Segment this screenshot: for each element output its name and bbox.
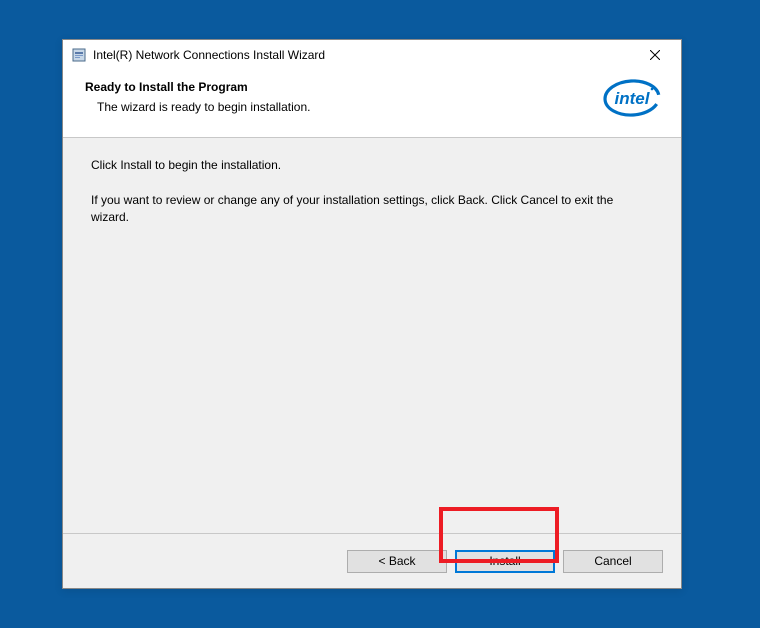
- instruction-text-2: If you want to review or change any of y…: [91, 192, 653, 227]
- back-button[interactable]: < Back: [347, 550, 447, 573]
- page-title: Ready to Install the Program: [85, 80, 661, 94]
- wizard-button-bar: < Back Install Cancel: [63, 534, 681, 588]
- close-icon: [650, 50, 660, 60]
- install-wizard-window: Intel(R) Network Connections Install Wiz…: [62, 39, 682, 589]
- cancel-button[interactable]: Cancel: [563, 550, 663, 573]
- installer-icon: [71, 47, 87, 63]
- intel-logo: intel: [603, 78, 661, 118]
- svg-text:intel: intel: [615, 89, 651, 108]
- wizard-header: Ready to Install the Program The wizard …: [63, 70, 681, 138]
- wizard-body: Click Install to begin the installation.…: [63, 138, 681, 534]
- install-button[interactable]: Install: [455, 550, 555, 573]
- close-button[interactable]: [633, 41, 677, 69]
- instruction-text-1: Click Install to begin the installation.: [91, 158, 653, 172]
- window-title: Intel(R) Network Connections Install Wiz…: [93, 48, 633, 62]
- titlebar: Intel(R) Network Connections Install Wiz…: [63, 40, 681, 70]
- page-subtitle: The wizard is ready to begin installatio…: [97, 100, 661, 114]
